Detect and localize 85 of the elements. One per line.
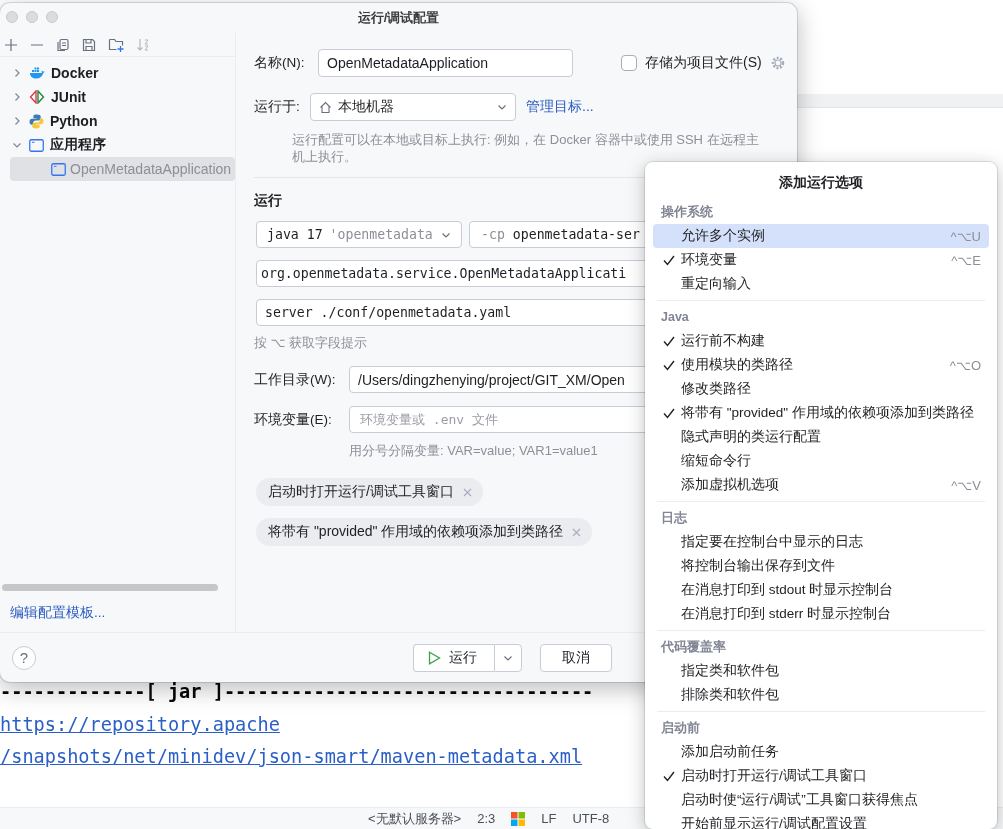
menu-item[interactable]: 修改类路径	[653, 377, 989, 401]
sort-icon[interactable]	[136, 37, 150, 52]
status-encoding[interactable]: UTF-8	[572, 811, 610, 826]
jdk-dropdown[interactable]: java 17 'openmetadata	[256, 221, 462, 248]
tree-item[interactable]: 应用程序	[0, 133, 235, 157]
window-title: 运行/调试配置	[357, 9, 440, 27]
whale-icon	[29, 66, 45, 80]
tree-item[interactable]: Docker	[0, 61, 235, 85]
zoom-button[interactable]	[46, 11, 58, 23]
menu-item[interactable]: 指定要在控制台中显示的日志	[653, 530, 989, 554]
tree-item[interactable]: JUnit	[0, 85, 235, 109]
status-line-separator[interactable]: LF	[541, 811, 557, 826]
status-server[interactable]: <无默认服务器>	[368, 809, 462, 828]
window-icon	[51, 162, 66, 176]
four-squares-icon	[511, 811, 526, 826]
popup-title: 添加运行选项	[778, 174, 864, 192]
menu-item[interactable]: 添加虚拟机选项 ^⌥V	[653, 473, 989, 497]
console-link[interactable]: /snapshots/net/minidev/json-smart/maven-metadata.xml	[0, 741, 583, 774]
section-title: 运行	[254, 191, 283, 210]
menu-item[interactable]: 缩短命令行	[653, 449, 989, 473]
save-icon[interactable]	[82, 37, 96, 52]
copy-icon[interactable]	[56, 37, 70, 52]
house-icon	[319, 100, 332, 114]
console-link[interactable]: https://repository.apache	[0, 708, 280, 741]
run-button[interactable]: 运行	[413, 643, 494, 672]
shortcut-text: ^⌥V	[951, 477, 981, 493]
field-label: 环境变量(E):	[254, 410, 333, 429]
edit-templates-link[interactable]: 编辑配置模板...	[0, 603, 235, 632]
menu-item[interactable]: 在消息打印到 stdout 时显示控制台	[653, 578, 989, 602]
field-label: 名称(N):	[254, 54, 306, 72]
dropdown-button[interactable]	[494, 643, 522, 672]
close-icon[interactable]	[572, 527, 582, 537]
scrollbar-thumb[interactable]	[2, 584, 218, 591]
checkbox-label: 存储为项目文件(S)	[645, 54, 762, 72]
close-button[interactable]	[6, 11, 18, 23]
shortcut-text: ^⌥O	[949, 357, 981, 373]
shortcut-text: ^⌥E	[951, 252, 981, 268]
cancel-button[interactable]: 取消	[540, 643, 612, 672]
field-label: 工作目录(W):	[254, 370, 337, 389]
menu-item[interactable]: 排除类和软件包	[653, 683, 989, 707]
play-icon	[428, 650, 441, 665]
gear-icon	[769, 55, 786, 71]
menu-item[interactable]: 允许多个实例 ^⌥U	[653, 224, 989, 248]
tree-item[interactable]: Python	[0, 109, 235, 133]
console-line: -------------[ jar ]---------------------------------	[0, 680, 594, 704]
menu-item[interactable]: 添加启动前任务	[653, 740, 989, 764]
status-position[interactable]: 2:3	[477, 811, 496, 826]
menu-item[interactable]: 隐式声明的类运行配置	[653, 425, 989, 449]
chevron-down-icon	[12, 140, 22, 150]
target-dropdown[interactable]: 本地机器	[310, 93, 516, 121]
chevron-right-icon	[12, 92, 22, 102]
manage-targets-link[interactable]: 管理目标...	[526, 98, 594, 116]
hint-text: 用分号分隔变量: VAR=value; VAR1=value1	[349, 442, 598, 460]
minimize-button[interactable]	[26, 11, 38, 23]
field-label: 运行于:	[254, 98, 301, 116]
menu-item[interactable]: 使用模块的类路径 ^⌥O	[653, 353, 989, 377]
group-heading: Java	[660, 309, 690, 326]
help-button[interactable]: ?	[12, 645, 36, 670]
folder-plus-icon[interactable]	[108, 37, 124, 52]
menu-item[interactable]: 指定类和软件包	[653, 659, 989, 683]
option-tag[interactable]: 启动时打开运行/调试工具窗口	[256, 478, 483, 506]
split-chevrons-icon	[29, 90, 45, 104]
name-field[interactable]: OpenMetadataApplication	[318, 49, 573, 77]
menu-item[interactable]: 将控制台输出保存到文件	[653, 554, 989, 578]
shortcut-text: ^⌥U	[950, 228, 981, 244]
group-heading: 启动前	[660, 719, 701, 737]
menu-item[interactable]: 运行前不构建	[653, 329, 989, 353]
group-heading: 日志	[660, 510, 688, 527]
window-icon	[29, 138, 44, 152]
menu-item[interactable]: 在消息打印到 stderr 时显示控制台	[653, 602, 989, 626]
snake-icon	[29, 113, 44, 129]
menu-item[interactable]: 启动时使“运行/调试”工具窗口获得焦点	[653, 788, 989, 812]
chevron-right-icon	[12, 116, 22, 126]
option-tag[interactable]: 将带有 "provided" 作用域的依赖项添加到类路径	[256, 518, 593, 546]
group-heading: 代码覆盖率	[659, 638, 727, 656]
menu-item[interactable]: 将带有 "provided" 作用域的依赖项添加到类路径	[653, 401, 989, 425]
hint-text: 按 ⌥ 获取字段提示	[254, 334, 368, 352]
menu-item[interactable]: 启动时打开运行/调试工具窗口	[653, 764, 989, 788]
checkbox[interactable]	[621, 55, 637, 71]
chevron-right-icon	[12, 68, 22, 78]
group-heading: 操作系统	[660, 204, 714, 221]
hint-text: 运行配置可以在本地或目标上执行: 例如，在 Docker 容器中或使用 SSH 在远程主机上执行。	[292, 131, 760, 165]
caret-icon	[497, 102, 507, 112]
close-icon[interactable]	[462, 487, 472, 497]
plus-icon[interactable]	[4, 37, 18, 52]
